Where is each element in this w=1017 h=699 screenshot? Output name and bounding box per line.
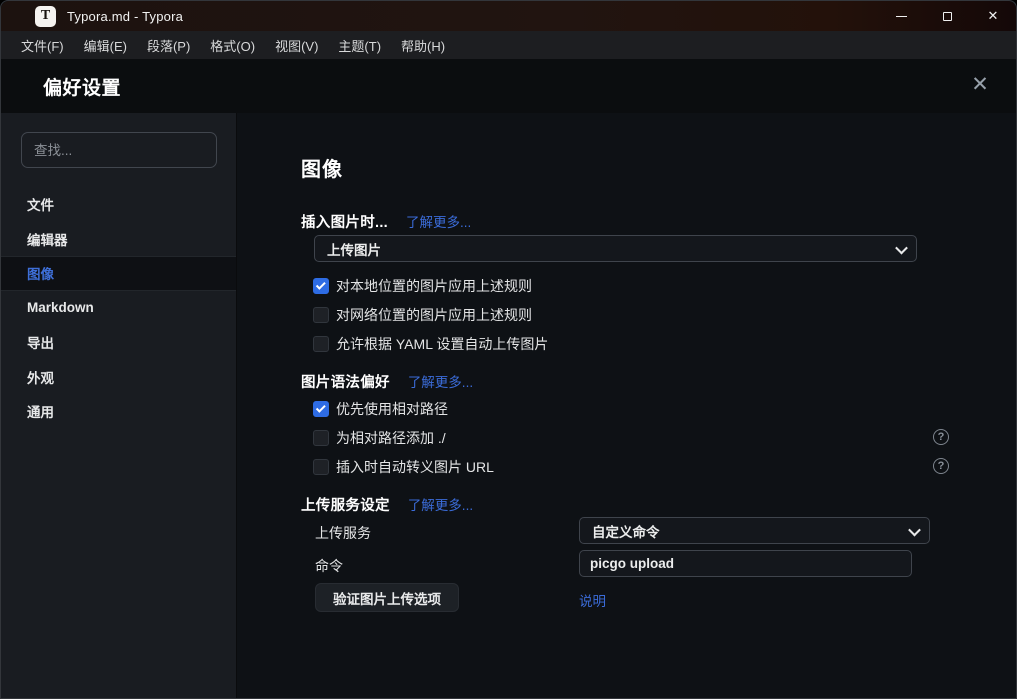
upload-service-label: 上传服务 <box>315 523 371 543</box>
menu-edit[interactable]: 编辑(E) <box>74 31 137 59</box>
chevron-down-icon <box>910 527 918 535</box>
sidebar-item-label: 外观 <box>27 367 54 387</box>
menu-format[interactable]: 格式(O) <box>200 31 265 59</box>
checkbox-escape-image-url[interactable]: 插入时自动转义图片 URL <box>313 458 494 475</box>
sidebar-item-label: 图像 <box>27 263 54 283</box>
menu-theme[interactable]: 主题(T) <box>328 31 391 59</box>
search-input[interactable] <box>21 132 217 168</box>
sidebar-item-appearance[interactable]: 外观 <box>1 360 236 395</box>
typora-window: T Typora.md - Typora ✕ 文件(F) 编辑(E) 段落(P)… <box>0 0 1017 699</box>
checkbox-web-images[interactable]: 对网络位置的图片应用上述规则 <box>313 306 532 323</box>
section-title: 上传服务设定 <box>301 494 390 515</box>
selected-option-label: 自定义命令 <box>592 521 660 541</box>
sidebar-item-label: 文件 <box>27 194 54 214</box>
checkbox-label: 允许根据 YAML 设置自动上传图片 <box>336 334 548 354</box>
sidebar-item-markdown[interactable]: Markdown <box>1 291 236 326</box>
maximize-icon <box>943 12 952 21</box>
menu-bar: 文件(F) 编辑(E) 段落(P) 格式(O) 视图(V) 主题(T) 帮助(H… <box>1 31 1016 59</box>
checkbox-label: 为相对路径添加 ./ <box>336 428 446 448</box>
image-syntax-section-header: 图片语法偏好 了解更多... <box>301 371 473 392</box>
preferences-title: 偏好设置 <box>43 73 121 100</box>
learn-more-link[interactable]: 了解更多... <box>408 494 473 514</box>
help-icon[interactable]: ? <box>933 429 949 445</box>
checkbox-icon <box>313 401 329 417</box>
close-icon: ✕ <box>988 8 999 24</box>
checkbox-prefer-relative-path[interactable]: 优先使用相对路径 <box>313 400 448 417</box>
validate-upload-button[interactable]: 验证图片上传选项 <box>315 583 459 612</box>
check-icon <box>315 280 325 290</box>
checkbox-add-dot-slash[interactable]: 为相对路径添加 ./ <box>313 429 446 446</box>
section-title: 插入图片时... <box>301 211 388 232</box>
chevron-down-icon <box>897 245 905 253</box>
sidebar-item-editor[interactable]: 编辑器 <box>1 222 236 257</box>
maximize-button[interactable] <box>924 1 970 31</box>
instructions-link[interactable]: 说明 <box>579 590 606 610</box>
learn-more-link[interactable]: 了解更多... <box>408 371 473 391</box>
image-settings-panel: 图像 插入图片时... 了解更多... 上传图片 对本地位置的图片应用上述规则 … <box>238 113 1016 698</box>
sidebar-nav: 文件 编辑器 图像 Markdown 导出 外观 通用 <box>1 187 236 429</box>
preferences-header: 偏好设置 ✕ <box>1 59 1016 113</box>
close-button[interactable]: ✕ <box>970 1 1016 31</box>
sidebar-item-label: 编辑器 <box>27 229 68 249</box>
checkbox-icon <box>313 459 329 475</box>
sidebar-item-export[interactable]: 导出 <box>1 325 236 360</box>
help-icon[interactable]: ? <box>933 458 949 474</box>
checkbox-local-images[interactable]: 对本地位置的图片应用上述规则 <box>313 277 532 294</box>
section-title: 图片语法偏好 <box>301 371 390 392</box>
checkbox-icon <box>313 336 329 352</box>
minimize-icon <box>896 16 907 17</box>
insert-image-action-select[interactable]: 上传图片 <box>314 235 917 262</box>
selected-option-label: 上传图片 <box>327 239 381 259</box>
checkbox-label: 插入时自动转义图片 URL <box>336 457 494 477</box>
checkbox-icon <box>313 307 329 323</box>
checkbox-yaml-auto-upload[interactable]: 允许根据 YAML 设置自动上传图片 <box>313 335 548 352</box>
check-icon <box>315 403 325 413</box>
preferences-sidebar: 文件 编辑器 图像 Markdown 导出 外观 通用 <box>1 113 237 698</box>
sidebar-item-file[interactable]: 文件 <box>1 187 236 222</box>
insert-image-section-header: 插入图片时... 了解更多... <box>301 211 471 232</box>
page-title: 图像 <box>301 153 343 182</box>
checkbox-label: 对网络位置的图片应用上述规则 <box>336 305 532 325</box>
typora-app-icon: T <box>35 6 56 27</box>
checkbox-icon <box>313 278 329 294</box>
learn-more-link[interactable]: 了解更多... <box>406 211 471 231</box>
upload-service-section-header: 上传服务设定 了解更多... <box>301 494 473 515</box>
menu-file[interactable]: 文件(F) <box>11 31 74 59</box>
sidebar-item-general[interactable]: 通用 <box>1 394 236 429</box>
sidebar-item-label: 导出 <box>27 332 54 352</box>
window-title: Typora.md - Typora <box>67 9 183 24</box>
preferences-close-icon[interactable]: ✕ <box>968 73 992 97</box>
title-bar: T Typora.md - Typora ✕ <box>1 1 1016 31</box>
menu-help[interactable]: 帮助(H) <box>391 31 455 59</box>
window-controls: ✕ <box>878 1 1016 31</box>
sidebar-item-image[interactable]: 图像 <box>1 256 236 291</box>
sidebar-item-label: Markdown <box>27 300 94 315</box>
checkbox-icon <box>313 430 329 446</box>
checkbox-label: 优先使用相对路径 <box>336 399 448 419</box>
minimize-button[interactable] <box>878 1 924 31</box>
checkbox-label: 对本地位置的图片应用上述规则 <box>336 276 532 296</box>
sidebar-item-label: 通用 <box>27 401 54 421</box>
command-input[interactable] <box>579 550 912 577</box>
menu-view[interactable]: 视图(V) <box>265 31 328 59</box>
command-label: 命令 <box>315 556 343 576</box>
upload-service-select[interactable]: 自定义命令 <box>579 517 930 544</box>
menu-paragraph[interactable]: 段落(P) <box>137 31 200 59</box>
